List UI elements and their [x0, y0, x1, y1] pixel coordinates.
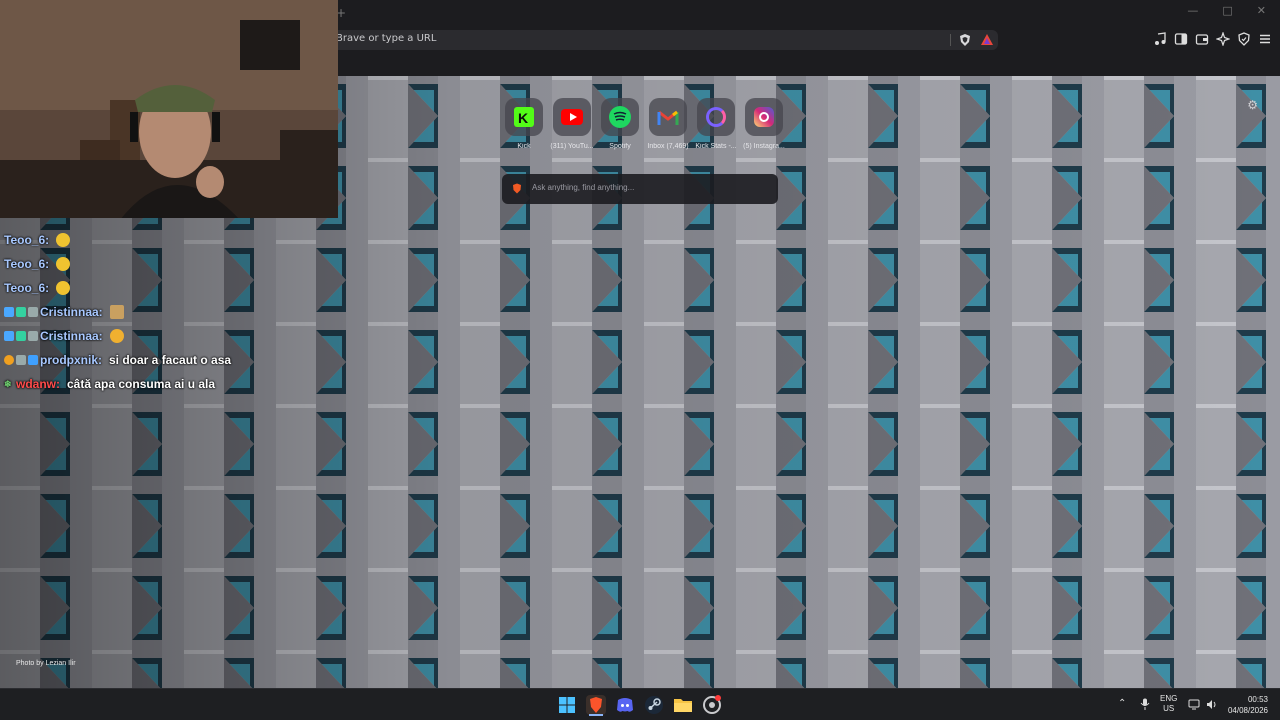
wallet-icon[interactable]	[1195, 32, 1209, 46]
network-icon[interactable]	[1188, 699, 1200, 710]
clock-time: 00:53	[1247, 695, 1268, 704]
shortcut-youtube[interactable]: (311) YouTu...	[548, 98, 596, 150]
shortcut-label: Kick	[517, 143, 531, 150]
spotify-icon	[601, 98, 639, 136]
search-placeholder: Ask anything, find anything...	[532, 183, 635, 192]
shortcut-instagram[interactable]: (5) Instagra...	[740, 98, 788, 150]
maximize-icon[interactable]: □	[1222, 4, 1232, 17]
chrome-like-icon[interactable]	[701, 694, 723, 716]
chat-username: prodpxnik:	[40, 353, 102, 367]
close-icon[interactable]: ✕	[1257, 4, 1266, 17]
chat-message: prodpxnik: si doar a facaut o asa	[4, 348, 231, 372]
vpn-icon[interactable]	[1237, 32, 1251, 46]
webcam-image	[0, 0, 338, 218]
webcam-feed	[0, 0, 338, 218]
chat-username: Cristinnaa:	[40, 305, 103, 319]
chat-username: wdanw:	[16, 377, 60, 391]
sub-badge-icon	[16, 307, 26, 317]
chat-message: Cristinnaa:	[4, 324, 231, 348]
address-bar-text: Brave or type a URL	[336, 33, 437, 44]
address-bar-divider	[950, 34, 951, 46]
sword-badge-icon	[4, 331, 14, 341]
instagram-icon	[745, 98, 783, 136]
chat-message: Teoo_6:	[4, 228, 231, 252]
volume-icon[interactable]	[1206, 699, 1218, 710]
chat-message: Teoo_6:	[4, 252, 231, 276]
lang-top: ENG	[1160, 694, 1178, 703]
windows-taskbar: ⌃ ENG US 00:53 04/08/2026	[0, 688, 1280, 720]
file-explorer-icon[interactable]	[672, 694, 694, 716]
kick-icon: K	[505, 98, 543, 136]
sword-badge-icon	[4, 307, 14, 317]
gem-badge-icon	[28, 355, 38, 365]
shortcut-kickstats[interactable]: Kick Stats -...	[692, 98, 740, 150]
shortcut-spotify[interactable]: Spotify	[596, 98, 644, 150]
address-bar[interactable]: Brave or type a URL	[330, 30, 998, 50]
shortcut-kick[interactable]: K Kick	[500, 98, 548, 150]
emote-face-icon	[56, 257, 71, 271]
chat-text: si doar a facaut o asa	[109, 353, 232, 367]
chat-message: Teoo_6:	[4, 276, 231, 300]
shortcut-label: (5) Instagra...	[743, 143, 785, 150]
customize-gear-icon[interactable]: ⚙	[1247, 98, 1258, 112]
gmail-icon	[649, 98, 687, 136]
brave-lion-icon	[513, 183, 521, 194]
windows-start-icon[interactable]	[556, 694, 578, 716]
shortcut-label: Kick Stats -...	[695, 143, 737, 150]
photo-credit: Photo by Lezian Ilir	[16, 660, 76, 667]
microphone-icon[interactable]	[1140, 698, 1150, 710]
clock-date: 04/08/2026	[1227, 706, 1268, 715]
media-icon[interactable]	[1153, 32, 1167, 46]
brave-shields-icon[interactable]	[958, 33, 972, 47]
chat-username: Teoo_6:	[4, 257, 50, 271]
kickstats-icon	[697, 98, 735, 136]
sub-badge-icon	[16, 331, 26, 341]
stream-chat: Teoo_6: Teoo_6: Teoo_6: Cristinnaa: Cris…	[4, 228, 231, 396]
brave-rewards-icon[interactable]	[980, 33, 994, 47]
emote-face-icon	[56, 233, 71, 247]
brave-icon[interactable]	[585, 694, 607, 716]
chat-message: ❄ wdanw: câtă apa consuma ai u ala	[4, 372, 231, 396]
taskbar-apps	[556, 694, 723, 716]
chat-message: Cristinnaa:	[4, 300, 231, 324]
discord-icon[interactable]	[614, 694, 636, 716]
gear-badge-icon: ❄	[4, 379, 12, 389]
menu-icon[interactable]	[1258, 32, 1272, 46]
chat-username: Teoo_6:	[4, 233, 50, 247]
window-controls: — □ ✕	[1187, 4, 1266, 17]
shortcut-label: Inbox (7,469)	[647, 143, 689, 150]
warning-badge-icon	[4, 355, 14, 365]
gear-badge-icon	[28, 331, 38, 341]
youtube-icon	[553, 98, 591, 136]
ntp-search-box[interactable]: Ask anything, find anything...	[502, 174, 778, 204]
shortcut-label: Spotify	[609, 143, 631, 150]
emote-sticker-icon	[109, 305, 124, 319]
chat-username: Teoo_6:	[4, 281, 50, 295]
emote-face-icon	[56, 281, 71, 295]
chat-username: Cristinnaa:	[40, 329, 103, 343]
top-sites: K Kick (311) YouTu... Spotify Inbox (7,4…	[500, 98, 788, 150]
minimize-icon[interactable]: —	[1187, 4, 1198, 17]
chevron-up-icon[interactable]: ⌃	[1118, 698, 1126, 709]
lang-bottom: US	[1163, 704, 1175, 713]
clock[interactable]: 00:53 04/08/2026	[1224, 694, 1268, 716]
gear-badge-icon	[16, 355, 26, 365]
sidebar-icon[interactable]	[1174, 32, 1188, 46]
input-language[interactable]: ENG US	[1160, 694, 1177, 714]
toolbar-icons	[1153, 32, 1272, 46]
screen: + — □ ✕ Brave or type a URL ⚙ K Kick (31…	[0, 0, 1280, 720]
emote-sticker-icon	[109, 329, 124, 343]
shortcut-gmail[interactable]: Inbox (7,469)	[644, 98, 692, 150]
steam-icon[interactable]	[643, 694, 665, 716]
shortcut-label: (311) YouTu...	[550, 143, 594, 150]
chat-text: câtă apa consuma ai u ala	[67, 377, 216, 391]
gear-badge-icon	[28, 307, 38, 317]
leo-ai-icon[interactable]	[1216, 32, 1230, 46]
